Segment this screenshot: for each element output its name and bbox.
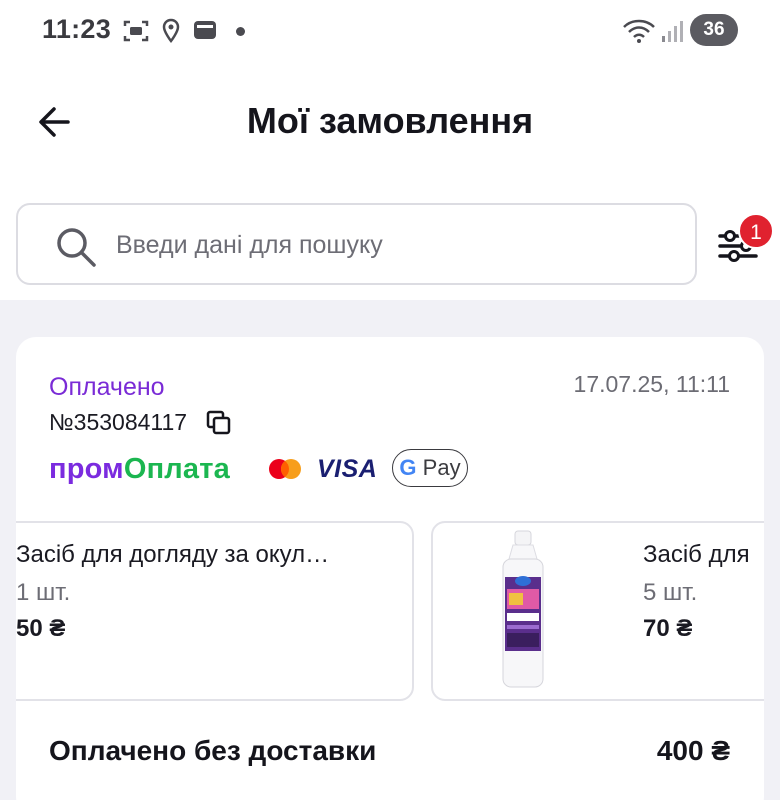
mastercard-icon <box>269 459 301 479</box>
order-card[interactable]: Оплачено 17.07.25, 11:11 №353084117 пром… <box>16 337 764 800</box>
signal-icon <box>662 21 683 42</box>
location-icon <box>162 18 180 44</box>
copy-icon[interactable] <box>206 410 232 436</box>
search-box[interactable] <box>16 203 697 285</box>
order-summary-label: Оплачено без доставки <box>49 735 377 766</box>
product-price: 70 ₴ <box>643 615 693 642</box>
product-quantity: 5 шт. <box>643 579 698 606</box>
screenshot-icon <box>123 20 149 42</box>
search-input[interactable] <box>116 223 676 267</box>
status-time: 11:23 <box>42 14 112 44</box>
order-total: 400 ₴ <box>656 735 730 766</box>
wallet-icon <box>194 21 216 39</box>
page-title: Мої замовлення <box>246 100 534 141</box>
prom-oplata-logo: промОплата <box>49 453 230 485</box>
battery-indicator: 36 <box>690 14 738 46</box>
product-price: 50 ₴ <box>16 615 66 642</box>
product-image <box>502 530 544 688</box>
visa-logo: VISA <box>317 455 378 483</box>
order-status: Оплачено <box>49 373 165 401</box>
wifi-icon <box>623 19 655 43</box>
order-number: №353084117 <box>49 409 188 435</box>
header: Мої замовлення <box>0 62 780 182</box>
product-card[interactable]: Засіб для догляду за окул… 1 шт. 50 ₴ <box>16 521 414 701</box>
status-bar: 11:23 36 <box>0 0 780 62</box>
product-name: Засіб для догляду за окул… <box>16 541 330 568</box>
product-name: Засіб для <box>643 541 750 568</box>
search-icon <box>57 228 96 267</box>
google-pay-badge: G Pay <box>392 449 468 487</box>
filter-count-badge: 1 <box>738 213 774 249</box>
product-quantity: 1 шт. <box>16 579 71 606</box>
notification-dot <box>236 27 245 36</box>
product-card[interactable]: Засіб для 5 шт. 70 ₴ <box>431 521 764 701</box>
payment-methods: промОплата VISA G Pay <box>49 449 549 491</box>
order-date: 17.07.25, 11:11 <box>573 371 730 397</box>
